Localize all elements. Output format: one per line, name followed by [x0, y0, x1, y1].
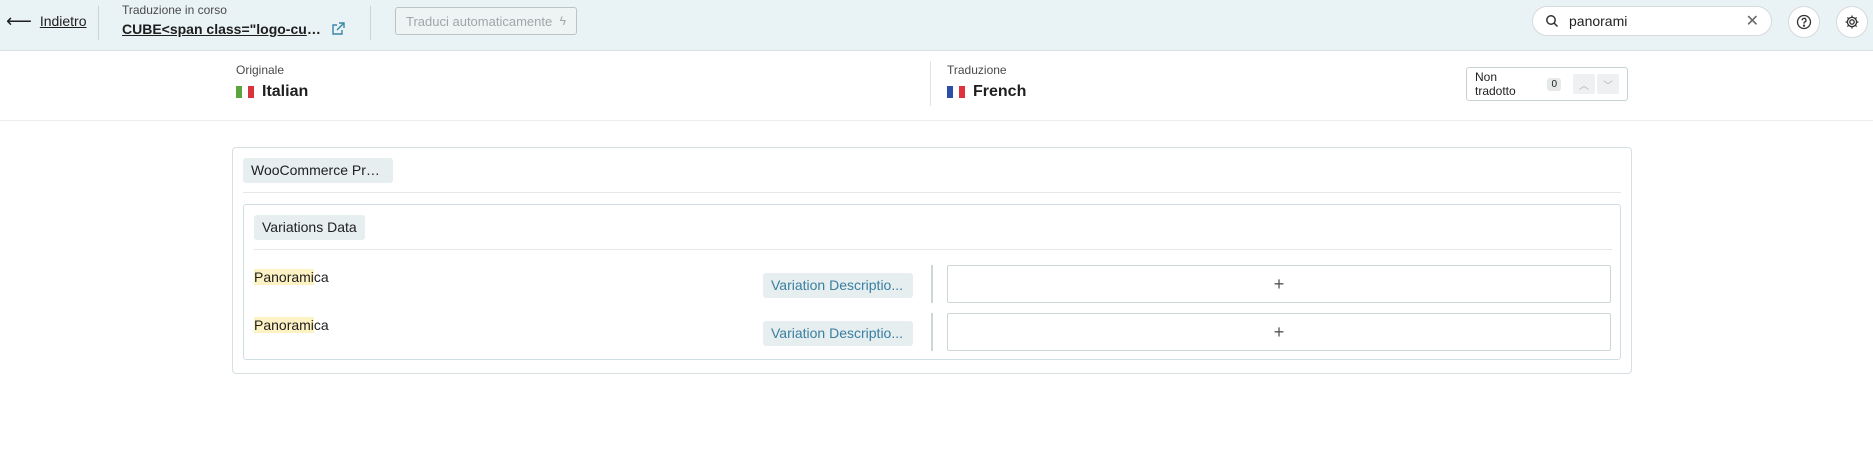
- italy-flag-icon: [236, 86, 254, 98]
- clear-search-icon[interactable]: ✕: [1746, 11, 1759, 31]
- help-icon: [1796, 14, 1812, 30]
- divider: [930, 61, 931, 106]
- divider: [98, 6, 99, 40]
- settings-button[interactable]: [1836, 6, 1868, 38]
- variations-section: Variations Data Panoramica Variation Des…: [243, 204, 1621, 360]
- auto-translate-button[interactable]: Traduci automaticamente ϟ: [395, 7, 577, 35]
- add-translation-button[interactable]: +: [947, 265, 1611, 303]
- chevron-up-icon[interactable]: ︿: [1573, 74, 1595, 94]
- section-chip[interactable]: Variations Data: [254, 215, 365, 240]
- source-text-rest: ca: [313, 317, 329, 333]
- divider: [931, 313, 933, 351]
- search-input[interactable]: [1569, 13, 1729, 29]
- translation-group: WooCommerce Pro... Variations Data Panor…: [232, 147, 1632, 374]
- translation-language-name: French: [973, 83, 1027, 100]
- auto-translate-label: Traduci automaticamente: [406, 13, 553, 29]
- language-bar: Originale Italian Traduzione French Non …: [0, 51, 1873, 121]
- chevron-down-icon[interactable]: ﹀: [1597, 74, 1619, 94]
- filter-count-badge: 0: [1547, 77, 1561, 91]
- search-highlight: Panorami: [254, 317, 314, 333]
- list-item: Panoramica Variation Descriptio... +: [244, 265, 1620, 305]
- progress-label: Traduzione in corso: [122, 3, 227, 17]
- search-icon: [1546, 15, 1559, 28]
- field-chip[interactable]: Variation Descriptio...: [763, 321, 913, 346]
- group-chip[interactable]: WooCommerce Pro...: [243, 158, 393, 183]
- add-translation-button[interactable]: +: [947, 313, 1611, 351]
- field-chip[interactable]: Variation Descriptio...: [763, 273, 913, 298]
- untranslated-filter[interactable]: Non tradotto 0 ︿ ﹀: [1466, 67, 1628, 101]
- divider: [370, 6, 371, 40]
- back-link[interactable]: ⟵ Indietro: [6, 11, 87, 31]
- back-label: Indietro: [39, 13, 87, 29]
- divider: [254, 249, 1612, 250]
- source-text-rest: ca: [313, 269, 329, 285]
- original-label: Originale: [236, 63, 285, 77]
- search-box: ✕: [1532, 6, 1772, 36]
- top-bar: ⟵ Indietro Traduzione in corso CUBE<span…: [0, 0, 1873, 51]
- source-text: Panoramica: [254, 317, 329, 333]
- help-button[interactable]: [1788, 6, 1820, 38]
- list-item: Panoramica Variation Descriptio... +: [244, 313, 1620, 353]
- translation-job: Traduzione in corso CUBE<span class="log…: [122, 3, 346, 37]
- france-flag-icon: [947, 86, 965, 98]
- job-title-link[interactable]: CUBE<span class="logo-cube"...: [122, 21, 322, 37]
- bolt-icon: ϟ: [559, 14, 566, 28]
- external-link-icon[interactable]: [330, 21, 346, 37]
- divider: [243, 192, 1621, 193]
- search-highlight: Panorami: [254, 269, 314, 285]
- translation-language: Traduzione French: [947, 63, 1026, 101]
- divider: [931, 265, 933, 303]
- filter-label: Non tradotto: [1475, 70, 1516, 98]
- arrow-left-icon: ⟵: [6, 11, 32, 31]
- plus-icon: +: [1273, 321, 1285, 342]
- source-text: Panoramica: [254, 269, 329, 285]
- original-language-name: Italian: [262, 83, 309, 100]
- plus-icon: +: [1273, 273, 1285, 294]
- original-language: Originale Italian: [236, 63, 308, 101]
- gear-icon: [1845, 15, 1859, 29]
- translation-label: Traduzione: [947, 63, 1007, 77]
